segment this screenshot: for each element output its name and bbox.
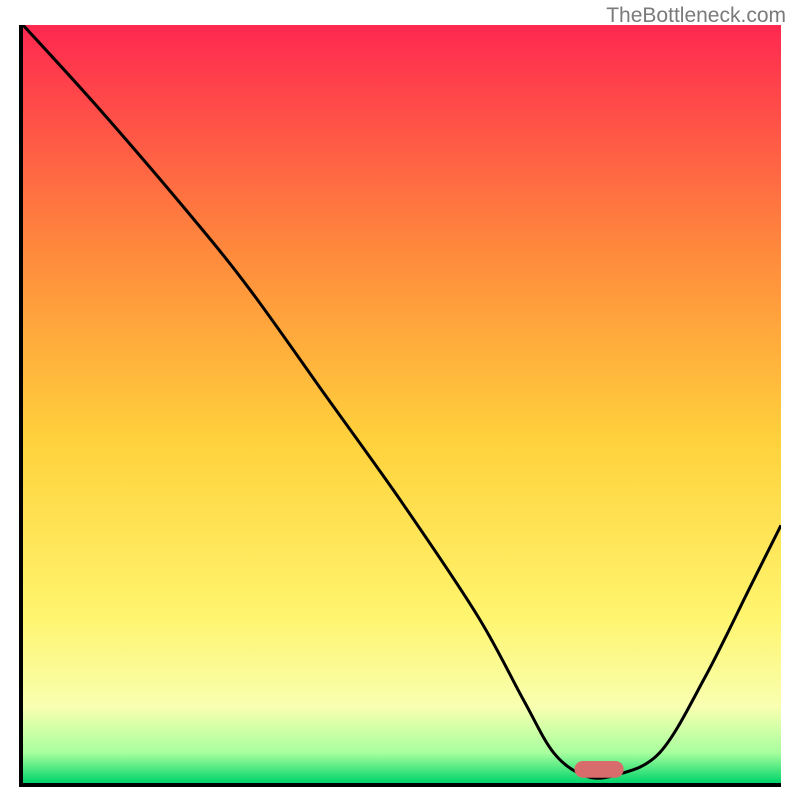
watermark-text: TheBottleneck.com	[606, 4, 786, 28]
chart-svg	[23, 25, 781, 783]
chart-container: TheBottleneck.com	[0, 0, 800, 800]
optimal-marker	[574, 761, 623, 778]
gradient-background	[23, 25, 781, 783]
